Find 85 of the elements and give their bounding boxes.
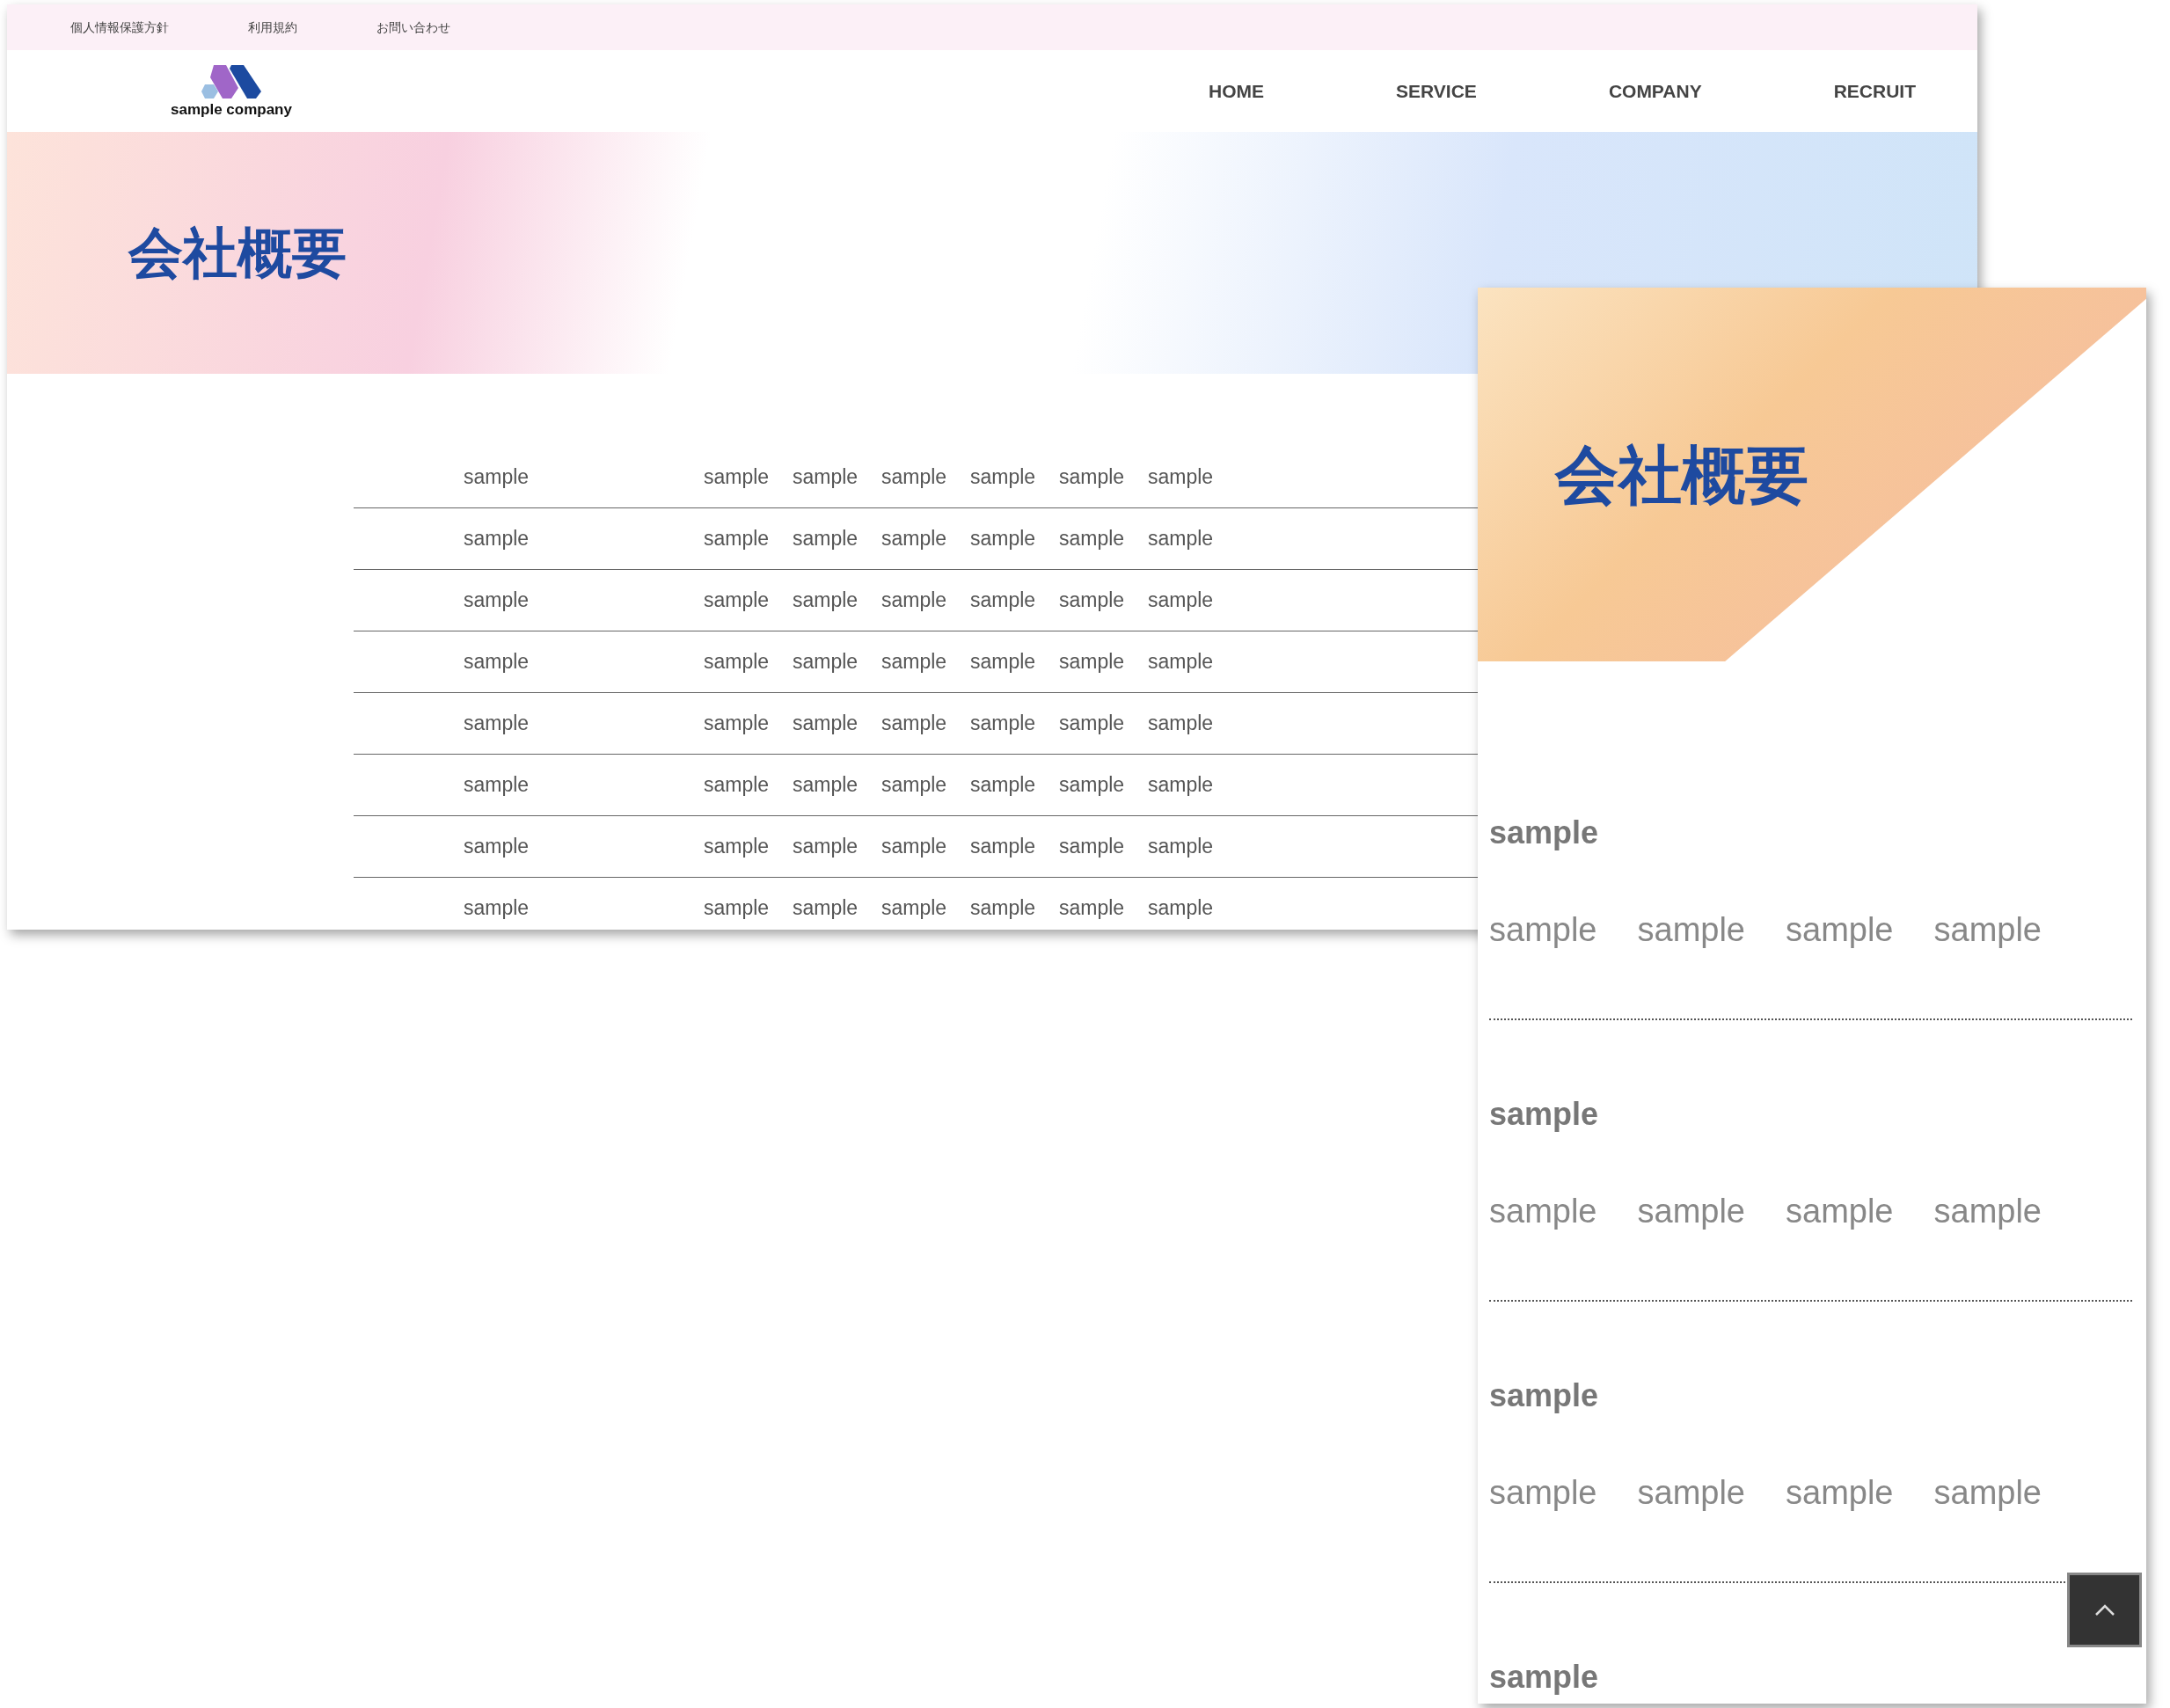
table-cell-text: sample — [463, 526, 530, 552]
section-heading: sample — [1489, 1658, 1600, 1697]
table-cell-text: sample — [463, 772, 530, 799]
table-cell-text: sample — [881, 772, 948, 799]
table-cell-text: sample — [970, 711, 1037, 737]
table-cell-text: sample — [970, 588, 1037, 614]
table-cell-text: sample — [463, 711, 530, 737]
nav-link[interactable]: SERVICE — [1396, 77, 1477, 106]
table-cell-text: sample — [1148, 588, 1215, 614]
table-cell-text: sample — [463, 895, 530, 922]
section-text: sample — [1489, 910, 1597, 950]
table-cell-text: sample — [1148, 895, 1215, 922]
section-text: sample — [1489, 1192, 1597, 1231]
table-cell-text: sample — [881, 464, 948, 491]
page-title: 会社概要 — [1553, 438, 1808, 512]
table-cell-text: sample — [1148, 834, 1215, 860]
table-cell-text: sample — [970, 649, 1037, 675]
section-text: sample — [1933, 1192, 2042, 1231]
table-cell-text: sample — [1148, 649, 1215, 675]
table-cell-text: sample — [793, 834, 859, 860]
section-heading: sample — [1489, 1095, 1600, 1134]
table-cell-text: sample — [1148, 772, 1215, 799]
table-cell-text: sample — [1148, 526, 1215, 552]
table-cell-text: sample — [793, 772, 859, 799]
table-cell-text: sample — [704, 526, 771, 552]
table-cell-text: sample — [881, 834, 948, 860]
table-cell-text: sample — [793, 464, 859, 491]
logo-text: sample company — [171, 102, 292, 117]
table-cell-text: sample — [970, 526, 1037, 552]
section-heading: sample — [1489, 814, 1600, 852]
table-cell-text: sample — [881, 711, 948, 737]
section-text: sample — [1933, 910, 2042, 950]
section-heading: sample — [1489, 1376, 1600, 1415]
table-cell-text: sample — [463, 464, 530, 491]
table-cell-text: sample — [463, 588, 530, 614]
table-cell-text: sample — [793, 711, 859, 737]
table-cell-text: sample — [704, 649, 771, 675]
table-cell-text: sample — [1059, 464, 1126, 491]
scroll-to-top-button[interactable] — [2067, 1573, 2142, 1647]
table-cell-text: sample — [1148, 464, 1215, 491]
table-cell-text: sample — [1059, 834, 1126, 860]
table-cell-text: sample — [881, 649, 948, 675]
table-cell-text: sample — [1059, 526, 1126, 552]
section-text: sample — [1637, 910, 1745, 950]
nav-link[interactable]: HOME — [1209, 77, 1265, 106]
table-cell-text: sample — [704, 772, 771, 799]
table-cell-text: sample — [881, 895, 948, 922]
table-cell-text: sample — [970, 834, 1037, 860]
section-text: sample — [1786, 1473, 1894, 1513]
logo-icon — [201, 65, 261, 99]
nav-link[interactable]: COMPANY — [1608, 77, 1702, 106]
table-cell-text: sample — [1059, 588, 1126, 614]
top-link[interactable]: お問い合わせ — [376, 18, 450, 37]
table-cell-text: sample — [793, 526, 859, 552]
section-text: sample — [1786, 910, 1894, 950]
table-cell-text: sample — [793, 649, 859, 675]
table-cell-text: sample — [970, 895, 1037, 922]
table-cell-text: sample — [881, 526, 948, 552]
top-link[interactable]: 個人情報保護方針 — [70, 18, 169, 37]
section-text: sample — [1933, 1473, 2042, 1513]
section-text: sample — [1786, 1192, 1894, 1231]
table-cell-text: sample — [704, 711, 771, 737]
table-cell-text: sample — [970, 772, 1037, 799]
table-cell-text: sample — [1059, 649, 1126, 675]
table-cell-text: sample — [463, 834, 530, 860]
section-text: sample — [1637, 1473, 1745, 1513]
nav-link[interactable]: RECRUIT — [1833, 77, 1916, 106]
table-cell-text: sample — [970, 464, 1037, 491]
table-cell-text: sample — [881, 588, 948, 614]
table-cell-text: sample — [1059, 772, 1126, 799]
section-text: sample — [1637, 1192, 1745, 1231]
top-link[interactable]: 利用規約 — [248, 18, 297, 37]
table-cell-text: sample — [1148, 711, 1215, 737]
table-cell-text: sample — [704, 588, 771, 614]
table-cell-text: sample — [704, 834, 771, 860]
table-cell-text: sample — [793, 895, 859, 922]
table-cell-text: sample — [463, 649, 530, 675]
page-title: 会社概要 — [128, 222, 347, 285]
section-text: sample — [1489, 1473, 1597, 1513]
table-cell-text: sample — [793, 588, 859, 614]
chevron-up-icon — [2093, 1603, 2115, 1617]
table-cell-text: sample — [1059, 711, 1126, 737]
table-cell-text: sample — [704, 464, 771, 491]
table-cell-text: sample — [1059, 895, 1126, 922]
table-cell-text: sample — [704, 895, 771, 922]
